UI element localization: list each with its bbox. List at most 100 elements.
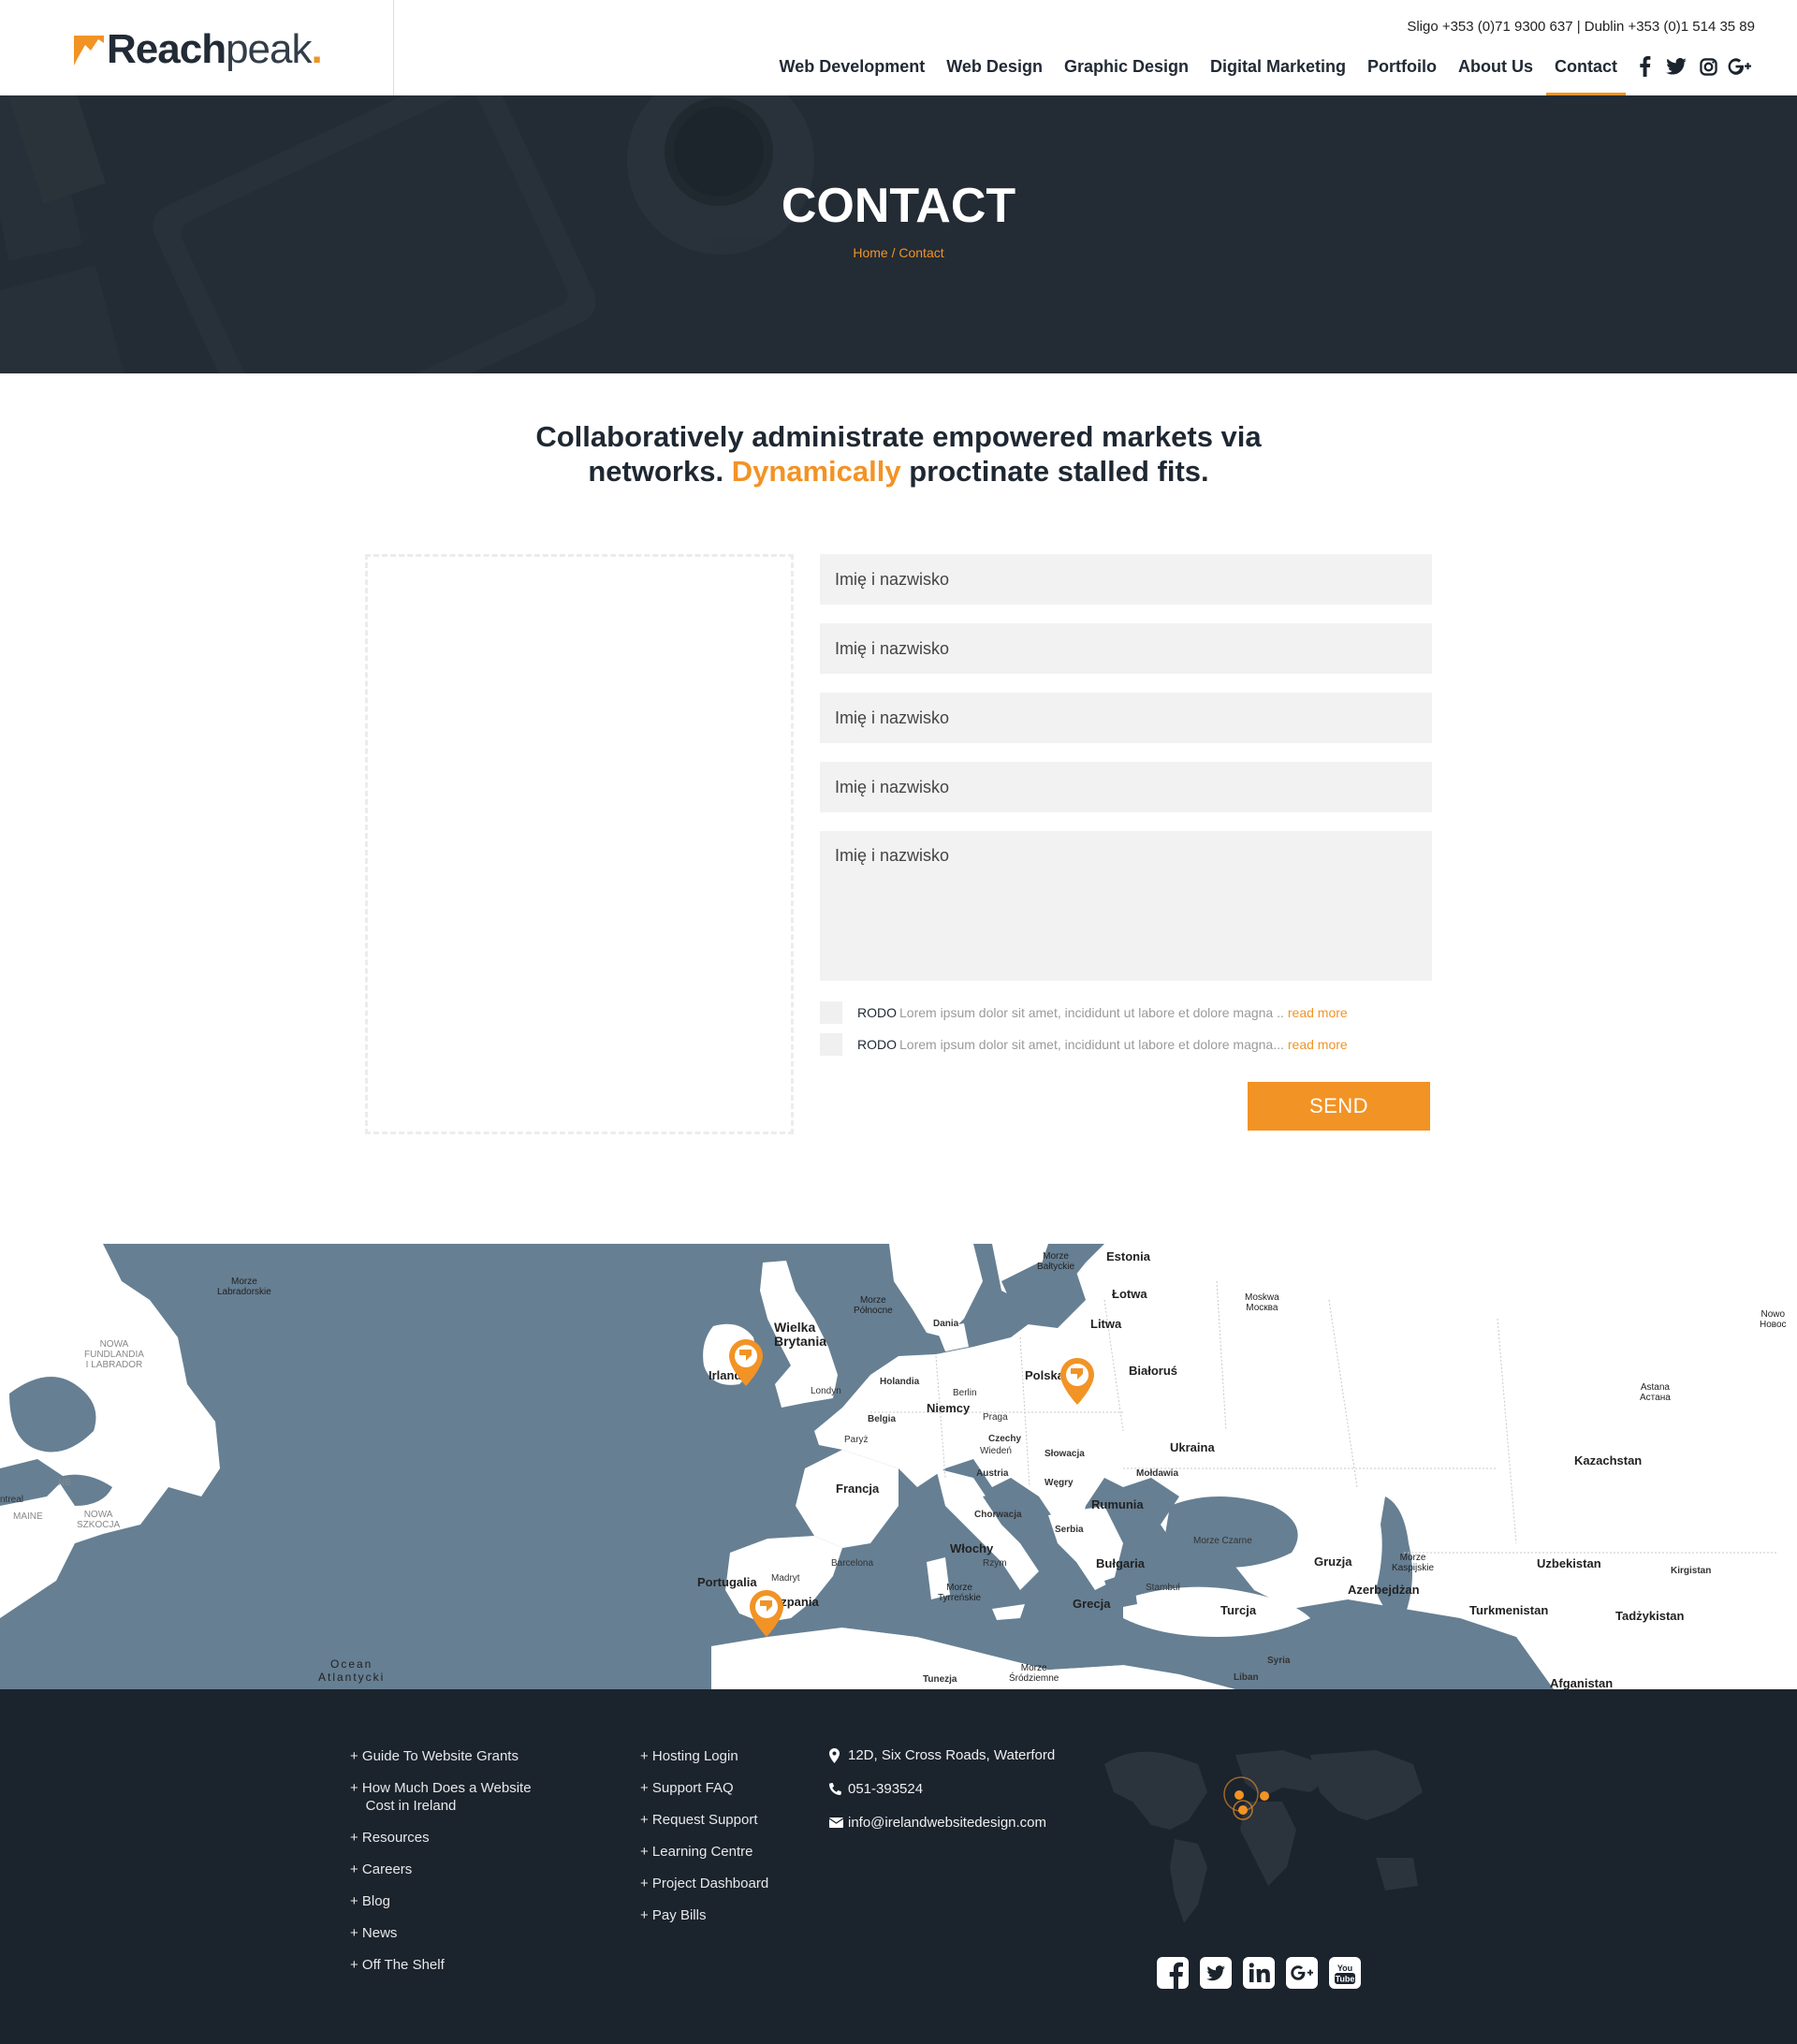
map-label-moldawia: Mołdawia: [1136, 1468, 1179, 1479]
footer-link-grants[interactable]: + Guide To Website Grants: [350, 1747, 532, 1765]
map-label-maine: MAINE: [13, 1511, 43, 1522]
map-label-morze-labradorskie: Morze Labradorskie: [217, 1277, 271, 1297]
twitter-icon[interactable]: [1200, 1957, 1232, 1989]
map-label-serbia: Serbia: [1055, 1525, 1084, 1535]
nav-graphic-design[interactable]: Graphic Design: [1064, 54, 1189, 95]
map-label-berlin: Berlin: [953, 1388, 977, 1398]
nav-web-development[interactable]: Web Development: [780, 54, 926, 95]
footer-link-learning-centre[interactable]: + Learning Centre: [640, 1843, 768, 1861]
map-label-portugalia: Portugalia: [697, 1575, 757, 1589]
consent-text-1: Lorem ipsum dolor sit amet, incididunt u…: [899, 1005, 1284, 1020]
map-label-londyn: Londyn: [811, 1386, 841, 1396]
map-label-morze-polnocne: Morze Północne: [854, 1295, 893, 1316]
map-label-wegry: Węgry: [1045, 1478, 1074, 1488]
map-label-rumunia: Rumunia: [1091, 1497, 1144, 1511]
map-label-dania: Dania: [933, 1319, 959, 1329]
map-label-morze-baltyckie: Morze Bałtyckie: [1037, 1251, 1075, 1272]
logo-text-bold: Reach: [107, 26, 226, 72]
breadcrumb[interactable]: Home / Contact: [0, 245, 1797, 260]
footer-phone: 051-393524: [829, 1781, 1055, 1797]
footer-address: 12D, Six Cross Roads, Waterford: [829, 1747, 1055, 1763]
map-label-nowa-fundlandia: NOWA FUNDLANDIA I LABRADOR: [84, 1339, 144, 1370]
nav-digital-marketing[interactable]: Digital Marketing: [1210, 54, 1346, 95]
read-more-link-1[interactable]: read more: [1288, 1005, 1348, 1020]
main-nav: Web Development Web Design Graphic Desig…: [758, 54, 1756, 95]
footer-phone-text[interactable]: 051-393524: [848, 1781, 923, 1797]
name-field-1[interactable]: [820, 554, 1432, 605]
map-label-morze-srodziemne: Morze Śródziemne: [1009, 1663, 1059, 1684]
footer-link-request-support[interactable]: + Request Support: [640, 1811, 768, 1829]
facebook-icon[interactable]: [1157, 1957, 1189, 1989]
map-label-afganistan: Afganistan: [1550, 1676, 1614, 1689]
footer-link-news[interactable]: + News: [350, 1924, 532, 1942]
footer-link-blog[interactable]: + Blog: [350, 1892, 532, 1910]
map-label-gruzja: Gruzja: [1314, 1555, 1352, 1569]
map-label-turcja: Turcja: [1220, 1603, 1257, 1617]
consent-checkbox-1[interactable]: [820, 1001, 842, 1024]
nav-about-us[interactable]: About Us: [1458, 54, 1533, 95]
footer-link-support-faq[interactable]: + Support FAQ: [640, 1779, 768, 1797]
consent-label-2: RODO: [857, 1037, 897, 1052]
footer-address-text: 12D, Six Cross Roads, Waterford: [848, 1747, 1056, 1763]
twitter-icon[interactable]: [1660, 54, 1692, 79]
footer-world-map: [1104, 1750, 1423, 1923]
map-label-kirgistan: Kirgistan: [1671, 1566, 1712, 1576]
logo-dot: .: [311, 26, 323, 72]
name-field-4[interactable]: [820, 762, 1432, 812]
site-header: Reachpeak. Sligo +353 (0)71 9300 637 | D…: [0, 0, 1797, 95]
facebook-icon[interactable]: [1629, 54, 1660, 79]
map-label-astana: Astana Астана: [1640, 1382, 1671, 1403]
read-more-link-2[interactable]: read more: [1288, 1037, 1348, 1052]
map-label-grecja: Grecja: [1073, 1597, 1111, 1611]
nav-contact[interactable]: Contact: [1546, 54, 1626, 95]
send-button[interactable]: SEND: [1248, 1082, 1430, 1131]
consent-checkbox-2[interactable]: [820, 1033, 842, 1056]
envelope-icon: [829, 1818, 844, 1828]
map-label-niemcy: Niemcy: [927, 1401, 971, 1415]
footer-link-resources[interactable]: + Resources: [350, 1829, 532, 1847]
map-label-morze-czarne: Morze Czarne: [1193, 1536, 1252, 1546]
footer-link-off-the-shelf[interactable]: + Off The Shelf: [350, 1956, 532, 1974]
name-field-2[interactable]: [820, 623, 1432, 674]
logo[interactable]: Reachpeak.: [74, 26, 323, 73]
hero-background-image: [0, 95, 1797, 373]
map-label-morze-tyrrenskie: Morze Tyrreńskie: [938, 1583, 982, 1603]
map-label-stambul: Stambuł: [1146, 1583, 1180, 1593]
map-label-syria: Syria: [1267, 1656, 1291, 1666]
header-social: [1629, 54, 1756, 79]
message-field[interactable]: [820, 831, 1432, 981]
footer-link-careers[interactable]: + Careers: [350, 1861, 532, 1878]
map-label-turkmenistan: Turkmenistan: [1469, 1603, 1549, 1617]
map-label-barcelona: Barcelona: [831, 1558, 874, 1569]
google-plus-icon[interactable]: [1724, 54, 1756, 79]
logo-container: Reachpeak.: [0, 0, 394, 95]
name-field-3[interactable]: [820, 693, 1432, 743]
google-plus-icon[interactable]: [1286, 1957, 1318, 1989]
youtube-icon[interactable]: You Tube: [1329, 1957, 1361, 1989]
spain-pin-icon[interactable]: [750, 1590, 783, 1637]
footer-link-hosting-login[interactable]: + Hosting Login: [640, 1747, 768, 1765]
map-label-wielka-brytania: Wielka Brytania: [774, 1320, 827, 1349]
map-label-estonia: Estonia: [1106, 1249, 1150, 1263]
nav-portfolio[interactable]: Portfoilo: [1367, 54, 1437, 95]
intro-heading: Collaboratively administrate empowered m…: [0, 419, 1797, 489]
footer-email-text[interactable]: info@irelandwebsitedesign.com: [848, 1815, 1046, 1831]
map-label-wieden: Wiedeń: [980, 1446, 1012, 1456]
poland-pin-icon[interactable]: [1060, 1358, 1094, 1405]
footer-link-pay-bills[interactable]: + Pay Bills: [640, 1906, 768, 1924]
map-label-liban: Liban: [1234, 1672, 1259, 1683]
map-label-moskwa: Moskwa Москва: [1245, 1292, 1279, 1313]
map-label-nowo: Nowo Новос: [1760, 1309, 1787, 1330]
nav-web-design[interactable]: Web Design: [946, 54, 1043, 95]
map-label-uzbekistan: Uzbekistan: [1537, 1556, 1601, 1570]
footer-link-website-cost[interactable]: + How Much Does a Website Cost in Irelan…: [350, 1779, 532, 1815]
location-map[interactable]: Morze Labradorskie NOWA FUNDLANDIA I LAB…: [0, 1244, 1797, 1689]
map-label-morze-kaspijskie: Morze Kaspijskie: [1392, 1553, 1435, 1573]
footer-link-project-dashboard[interactable]: + Project Dashboard: [640, 1875, 768, 1892]
svg-text:Tube: Tube: [1336, 1975, 1355, 1984]
instagram-icon[interactable]: [1692, 54, 1724, 79]
map-label-nowa-szkocja: NOWA SZKOCJA: [77, 1510, 121, 1530]
map-label-litwa: Litwa: [1090, 1317, 1122, 1331]
ireland-pin-icon[interactable]: [729, 1339, 763, 1386]
linkedin-icon[interactable]: [1243, 1957, 1275, 1989]
